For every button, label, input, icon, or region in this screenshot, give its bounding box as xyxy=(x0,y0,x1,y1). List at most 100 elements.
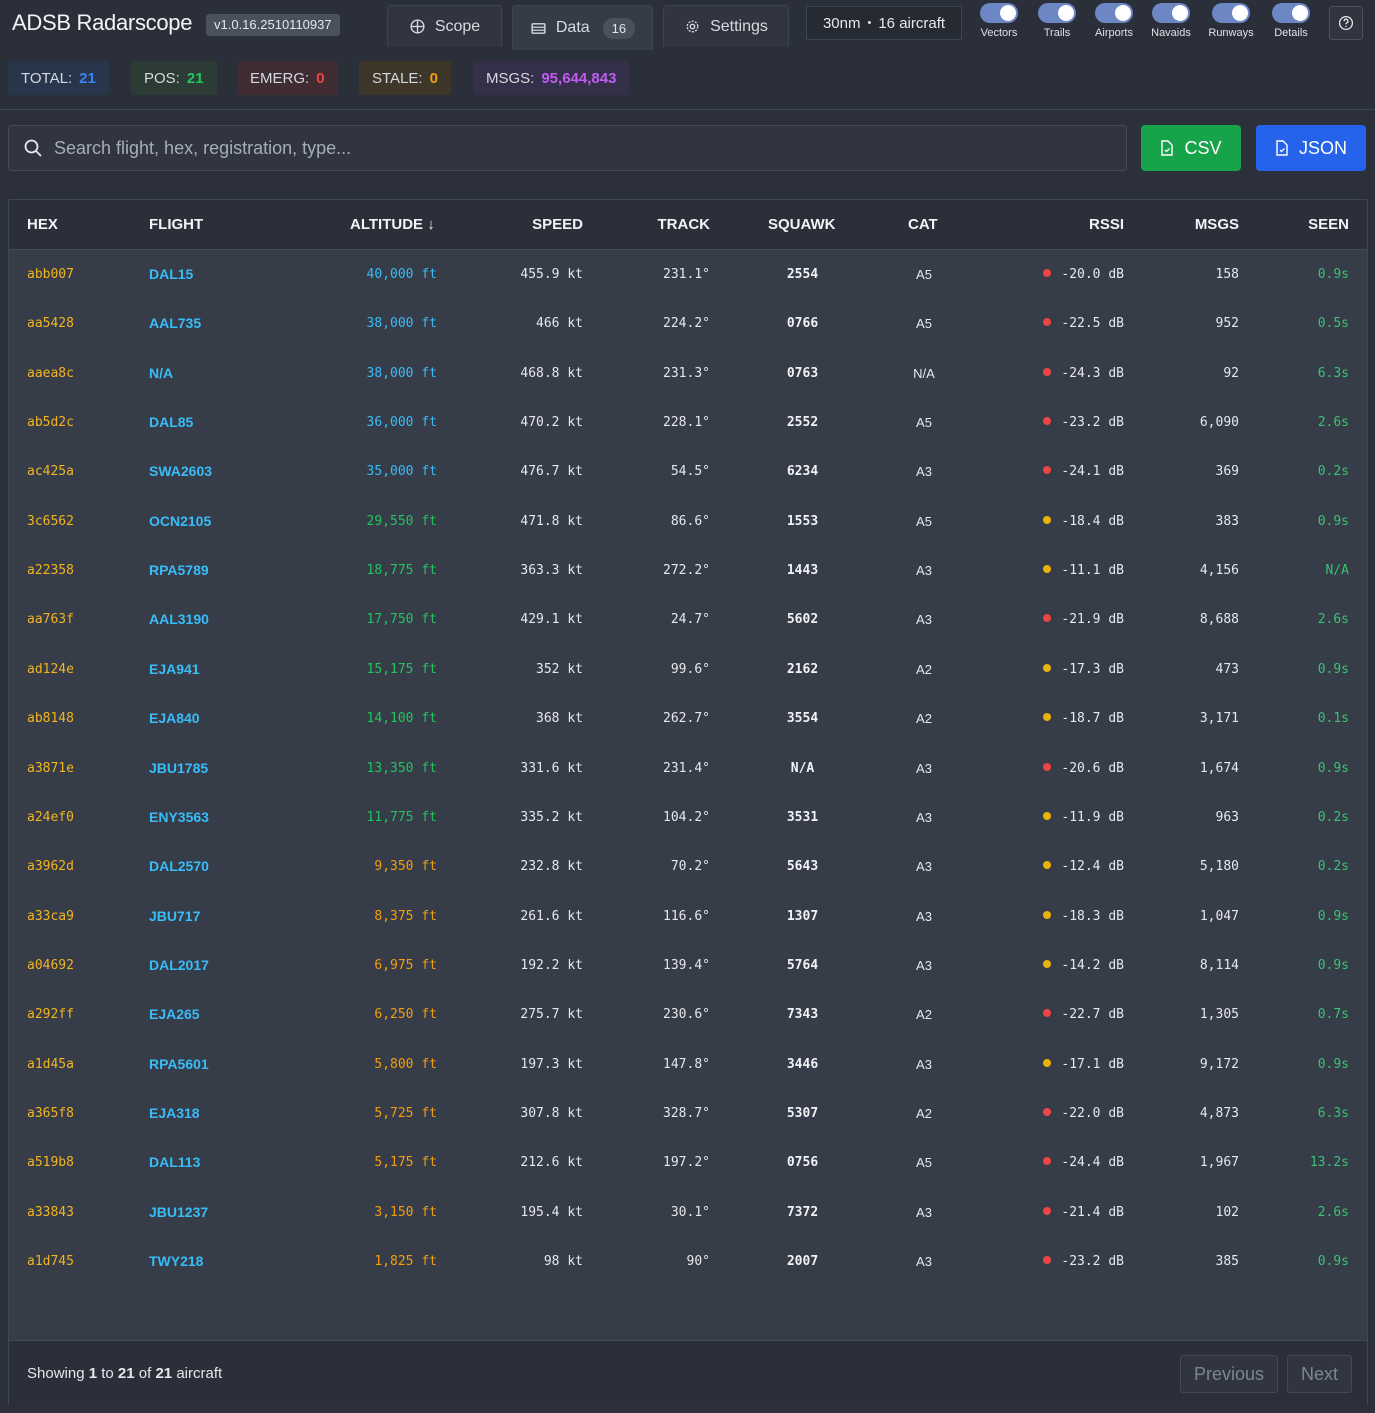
table-row[interactable]: aaea8c N/A 38,000 ft 468.8 kt 231.3° 0763 N/A -… xyxy=(9,349,1367,398)
flight-cell[interactable]: AAL735 xyxy=(149,299,201,348)
range-distance: 30nm xyxy=(822,14,861,32)
export-json-button[interactable]: JSON xyxy=(1256,125,1366,171)
flight-cell[interactable]: JBU1237 xyxy=(149,1188,208,1237)
flight-cell[interactable]: DAL15 xyxy=(149,250,193,299)
stat-pos: POS: 21 xyxy=(131,61,217,95)
export-csv-button[interactable]: CSV xyxy=(1141,125,1241,171)
flight-cell[interactable]: EJA318 xyxy=(149,1089,200,1138)
seen-cell: 0.9s xyxy=(1317,513,1349,529)
toggle-runways[interactable]: Runways xyxy=(1205,3,1257,43)
toggle-switch[interactable] xyxy=(1272,3,1310,23)
flight-cell[interactable]: ENY3563 xyxy=(149,793,209,842)
column-header-track[interactable]: TRACK xyxy=(658,200,711,250)
flight-cell[interactable]: DAL2570 xyxy=(149,842,209,891)
column-header-squawk[interactable]: SQUAWK xyxy=(768,200,836,250)
table-row[interactable]: a1d45a RPA5601 5,800 ft 197.3 kt 147.8° 3446 A… xyxy=(9,1040,1367,1089)
table-row[interactable]: a365f8 EJA318 5,725 ft 307.8 kt 328.7° 5307 A2… xyxy=(9,1089,1367,1138)
rssi-value: -24.4 dB xyxy=(1061,1155,1124,1171)
seen-cell: 0.7s xyxy=(1317,1007,1349,1023)
table-row[interactable]: a3871e JBU1785 13,350 ft 331.6 kt 231.4° N/A A… xyxy=(9,744,1367,793)
flight-cell[interactable]: SWA2603 xyxy=(149,447,212,496)
table-row[interactable]: aa5428 AAL735 38,000 ft 466 kt 224.2° 0766 A5 -… xyxy=(9,299,1367,348)
track-cell: 99.6° xyxy=(670,661,710,677)
toggle-details[interactable]: Details xyxy=(1265,3,1317,43)
table-row[interactable]: a33843 JBU1237 3,150 ft 195.4 kt 30.1° 7372 A3… xyxy=(9,1188,1367,1237)
tab-scope[interactable]: Scope xyxy=(387,5,502,47)
toggle-trails[interactable]: Trails xyxy=(1031,3,1083,43)
table-row[interactable]: a22358 RPA5789 18,775 ft 363.3 kt 272.2° 1443… xyxy=(9,546,1367,595)
speed-cell: 331.6 kt xyxy=(520,760,583,776)
flight-cell[interactable]: N/A xyxy=(149,349,173,398)
table-row[interactable]: aa763f AAL3190 17,750 ft 429.1 kt 24.7° 5602 A… xyxy=(9,595,1367,644)
column-header-speed[interactable]: SPEED xyxy=(532,200,583,250)
flight-cell[interactable]: RPA5601 xyxy=(149,1040,209,1089)
hex-cell: ab8148 xyxy=(27,711,74,727)
flight-cell[interactable]: TWY218 xyxy=(149,1237,203,1286)
flight-cell[interactable]: RPA5789 xyxy=(149,546,209,595)
table-row[interactable]: abb007 DAL15 40,000 ft 455.9 kt 231.1° 2554 A5… xyxy=(9,250,1367,299)
toggle-switch[interactable] xyxy=(1095,3,1133,23)
rssi-value: -11.1 dB xyxy=(1061,563,1124,579)
rssi-cell: -24.4 dB xyxy=(1043,1138,1124,1187)
track-cell: 30.1° xyxy=(670,1204,710,1220)
hex-cell: a33ca9 xyxy=(27,908,74,924)
search-input[interactable] xyxy=(54,137,1094,159)
flight-cell[interactable]: EJA265 xyxy=(149,990,200,1039)
flight-cell[interactable]: AAL3190 xyxy=(149,595,209,644)
rssi-value: -12.4 dB xyxy=(1061,859,1124,875)
hex-cell: aaea8c xyxy=(27,365,74,381)
toggle-navaids[interactable]: Navaids xyxy=(1145,3,1197,43)
search-bar[interactable] xyxy=(8,125,1127,171)
flight-cell[interactable]: EJA840 xyxy=(149,694,200,743)
toggle-switch[interactable] xyxy=(1212,3,1250,23)
tab-settings[interactable]: Settings xyxy=(663,5,789,47)
table-row[interactable]: a33ca9 JBU717 8,375 ft 261.6 kt 116.6° 1307 A3… xyxy=(9,892,1367,941)
speed-cell: 363.3 kt xyxy=(520,563,583,579)
track-cell: 230.6° xyxy=(663,1007,710,1023)
flight-cell[interactable]: DAL85 xyxy=(149,398,193,447)
flight-cell[interactable]: OCN2105 xyxy=(149,497,211,546)
rssi-cell: -23.2 dB xyxy=(1043,398,1124,447)
flight-cell[interactable]: JBU1785 xyxy=(149,744,208,793)
column-header-rssi[interactable]: RSSI xyxy=(1089,200,1124,250)
speed-cell: 275.7 kt xyxy=(520,1007,583,1023)
table-row[interactable]: a292ff EJA265 6,250 ft 275.7 kt 230.6° 7343 A2… xyxy=(9,990,1367,1039)
flight-cell[interactable]: EJA941 xyxy=(149,645,200,694)
table-row[interactable]: a519b8 DAL113 5,175 ft 212.6 kt 197.2° 0756 A5… xyxy=(9,1138,1367,1187)
help-button[interactable] xyxy=(1329,6,1363,40)
squawk-cell: 5307 xyxy=(786,1105,819,1121)
toggle-switch[interactable] xyxy=(1152,3,1190,23)
table-row[interactable]: a24ef0 ENY3563 11,775 ft 335.2 kt 104.2° 3531… xyxy=(9,793,1367,842)
table-row[interactable]: ab5d2c DAL85 36,000 ft 470.2 kt 228.1° 2552 A5… xyxy=(9,398,1367,447)
rssi-value: -21.9 dB xyxy=(1061,612,1124,628)
table-row[interactable]: a04692 DAL2017 6,975 ft 192.2 kt 139.4° 5764 A… xyxy=(9,941,1367,990)
table-row[interactable]: 3c6562 OCN2105 29,550 ft 471.8 kt 86.6° 1553 A… xyxy=(9,497,1367,546)
msgs-cell: 4,156 xyxy=(1199,563,1239,579)
column-header-msgs[interactable]: MSGS xyxy=(1195,200,1239,250)
flight-cell[interactable]: DAL113 xyxy=(149,1138,200,1187)
speed-cell: 470.2 kt xyxy=(520,415,583,431)
column-header-altitude[interactable]: ALTITUDE ↓ xyxy=(350,200,435,250)
table-row[interactable]: ab8148 EJA840 14,100 ft 368 kt 262.7° 3554 A2 -… xyxy=(9,694,1367,743)
rssi-value: -11.9 dB xyxy=(1061,809,1124,825)
column-header-hex[interactable]: HEX xyxy=(27,200,58,250)
flight-cell[interactable]: JBU717 xyxy=(149,892,200,941)
seen-cell: 0.5s xyxy=(1317,316,1349,332)
next-page-button[interactable]: Next xyxy=(1287,1355,1353,1393)
column-header-cat[interactable]: CAT xyxy=(908,200,938,250)
table-row[interactable]: a1d745 TWY218 1,825 ft 98 kt 90° 2007 A3 -23.2 … xyxy=(9,1237,1367,1286)
column-header-flight[interactable]: FLIGHT xyxy=(149,200,203,250)
table-row[interactable]: a3962d DAL2570 9,350 ft 232.8 kt 70.2° 5643 A3… xyxy=(9,842,1367,891)
toggle-airports[interactable]: Airports xyxy=(1088,3,1140,43)
tab-data[interactable]: Data 16 xyxy=(512,5,653,50)
toggle-switch[interactable] xyxy=(1038,3,1076,23)
column-header-seen[interactable]: SEEN xyxy=(1308,200,1349,250)
rssi-cell: -18.3 dB xyxy=(1043,892,1124,941)
table-row[interactable]: ac425a SWA2603 35,000 ft 476.7 kt 54.5° 6234 A… xyxy=(9,447,1367,496)
table-row[interactable]: ad124e EJA941 15,175 ft 352 kt 99.6° 2162 A2 -1… xyxy=(9,645,1367,694)
flight-cell[interactable]: DAL2017 xyxy=(149,941,209,990)
toggle-vectors[interactable]: Vectors xyxy=(973,3,1025,43)
squawk-cell: 1443 xyxy=(786,563,819,579)
previous-page-button[interactable]: Previous xyxy=(1180,1355,1279,1393)
toggle-switch[interactable] xyxy=(980,3,1018,23)
